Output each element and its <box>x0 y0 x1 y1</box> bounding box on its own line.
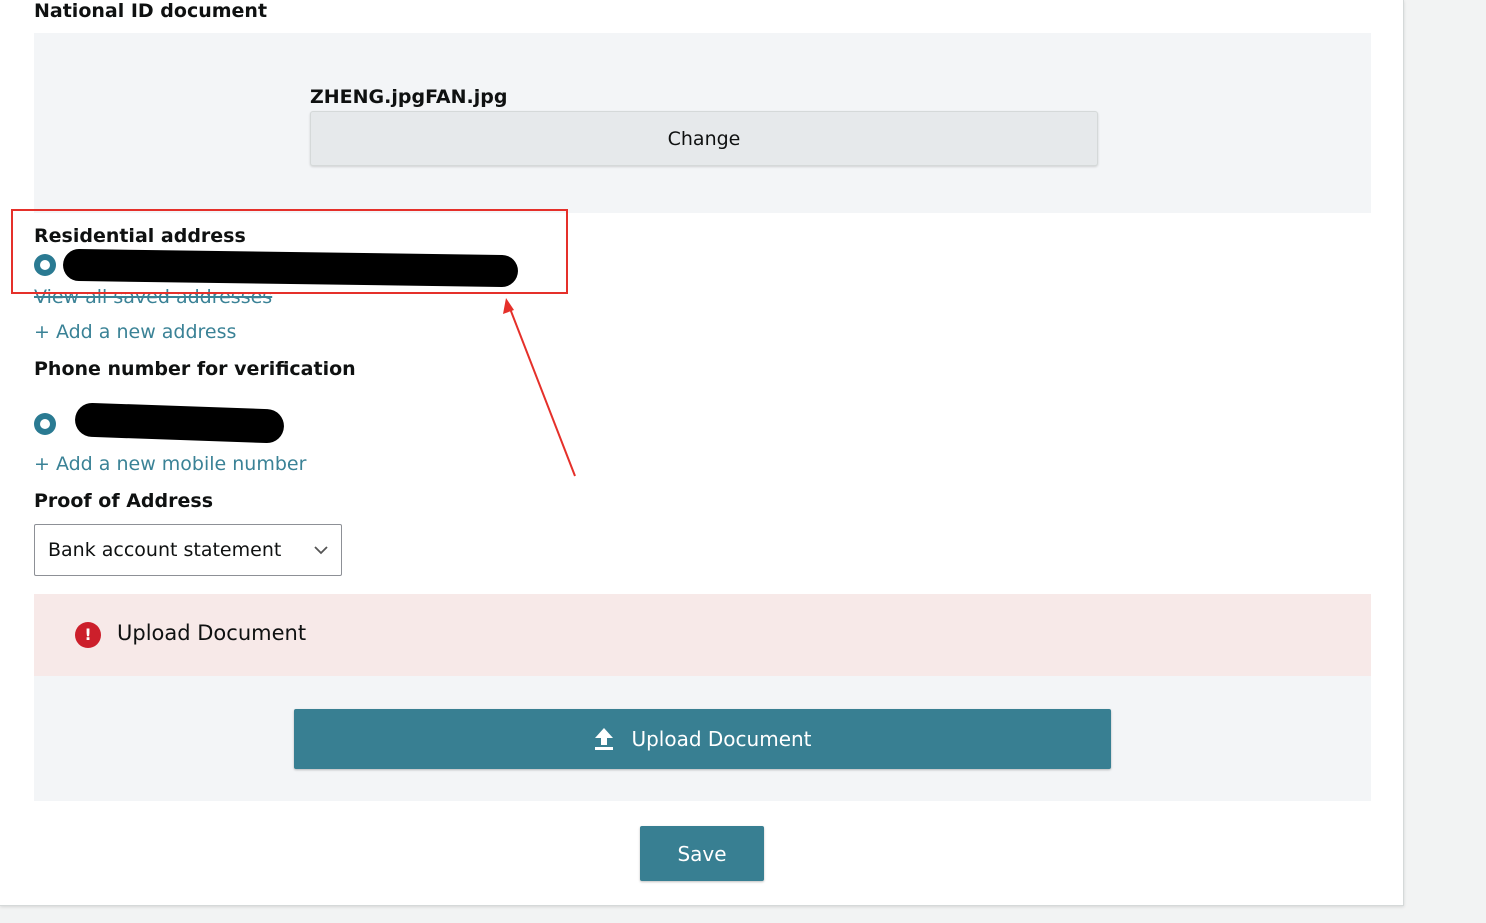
alert-text: Upload Document <box>117 621 307 645</box>
national-id-panel: ZHENG.jpgFAN.jpg Change <box>34 33 1371 213</box>
error-alert: ! Upload Document <box>34 594 1371 676</box>
chevron-down-icon <box>314 546 328 555</box>
national-id-heading: National ID document <box>34 0 268 22</box>
phone-radio[interactable] <box>34 413 56 435</box>
upload-panel: Upload Document <box>34 676 1371 801</box>
residential-address-heading: Residential address <box>34 225 246 247</box>
proof-of-address-select[interactable]: Bank account statement <box>34 524 342 576</box>
upload-document-button[interactable]: Upload Document <box>294 709 1111 769</box>
uploaded-filename: ZHENG.jpgFAN.jpg <box>310 86 508 108</box>
select-value: Bank account statement <box>48 539 282 561</box>
error-icon: ! <box>75 622 101 648</box>
phone-heading: Phone number for verification <box>34 358 356 380</box>
redacted-address <box>62 248 519 288</box>
proof-of-address-heading: Proof of Address <box>34 490 213 512</box>
address-radio[interactable] <box>34 254 56 276</box>
add-address-link[interactable]: + Add a new address <box>34 321 236 343</box>
redacted-phone <box>74 402 285 444</box>
upload-button-label: Upload Document <box>631 727 812 751</box>
change-button[interactable]: Change <box>310 111 1098 166</box>
save-button[interactable]: Save <box>640 826 764 881</box>
upload-icon <box>595 728 614 750</box>
view-all-addresses-link[interactable]: View all saved addresses <box>34 286 272 308</box>
add-mobile-link[interactable]: + Add a new mobile number <box>34 453 306 475</box>
form-card: National ID document ZHENG.jpgFAN.jpg Ch… <box>0 0 1404 906</box>
